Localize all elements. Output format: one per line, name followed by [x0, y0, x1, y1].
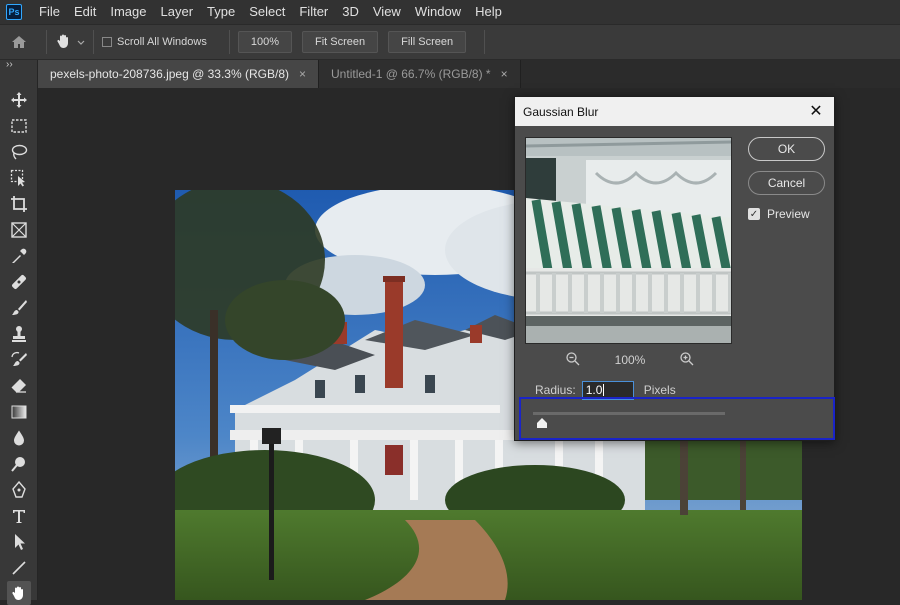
fit-screen-button[interactable]: Fit Screen	[302, 31, 379, 53]
gaussian-blur-dialog: Gaussian Blur ✕ OK Cancel ✓ Preview 100%…	[514, 96, 835, 441]
ok-button[interactable]: OK	[748, 137, 825, 161]
scroll-all-windows-checkbox[interactable]: Scroll All Windows	[102, 36, 207, 48]
type-tool-icon[interactable]	[7, 504, 31, 528]
lasso-tool-icon[interactable]	[7, 140, 31, 164]
radius-unit-label: Pixels	[643, 383, 676, 397]
radius-label: Radius:	[535, 383, 576, 397]
radius-value: 1.0	[585, 383, 603, 397]
cancel-button[interactable]: Cancel	[748, 171, 825, 195]
dialog-title-bar[interactable]: Gaussian Blur	[515, 97, 834, 126]
brush-tool-icon[interactable]	[7, 296, 31, 320]
radius-slider-track[interactable]	[533, 412, 725, 415]
preview-checkbox[interactable]: ✓ Preview	[748, 207, 810, 221]
close-icon[interactable]: ✕	[806, 101, 826, 121]
document-tab[interactable]: Untitled-1 @ 66.7% (RGB/8) * ×	[319, 60, 521, 88]
line-tool-icon[interactable]	[7, 556, 31, 580]
blur-tool-icon[interactable]	[7, 426, 31, 450]
scroll-all-windows-label: Scroll All Windows	[117, 36, 207, 48]
close-icon[interactable]: ×	[299, 67, 306, 81]
close-icon[interactable]: ×	[501, 67, 508, 81]
menu-bar: Ps File Edit Image Layer Type Select Fil…	[0, 0, 900, 24]
menu-layer[interactable]: Layer	[154, 0, 201, 24]
menu-help[interactable]: Help	[468, 0, 509, 24]
document-tab-label: pexels-photo-208736.jpeg @ 33.3% (RGB/8)	[50, 67, 289, 81]
menu-window[interactable]: Window	[408, 0, 468, 24]
options-bar: Scroll All Windows 100% Fit Screen Fill …	[0, 24, 900, 60]
hand-tool-preset[interactable]	[55, 32, 85, 53]
crop-tool-icon[interactable]	[7, 192, 31, 216]
zoom-in-icon[interactable]	[679, 351, 695, 370]
menu-file[interactable]: File	[32, 0, 67, 24]
menu-edit[interactable]: Edit	[67, 0, 103, 24]
path-select-tool-icon[interactable]	[7, 530, 31, 554]
radius-slider-thumb[interactable]	[536, 417, 548, 429]
dodge-tool-icon[interactable]	[7, 452, 31, 476]
document-tab-bar: pexels-photo-208736.jpeg @ 33.3% (RGB/8)…	[38, 60, 900, 88]
preview-label: Preview	[767, 207, 810, 221]
marquee-tool-icon[interactable]	[7, 114, 31, 138]
eyedropper-tool-icon[interactable]	[7, 244, 31, 268]
hand-icon	[55, 32, 73, 53]
zoom-100-button[interactable]: 100%	[237, 31, 292, 53]
preview-zoom-controls: 100%	[565, 350, 695, 370]
checkmark-icon: ✓	[748, 208, 760, 220]
document-tab[interactable]: pexels-photo-208736.jpeg @ 33.3% (RGB/8)…	[38, 60, 320, 88]
menu-filter[interactable]: Filter	[292, 0, 335, 24]
document-tab-label: Untitled-1 @ 66.7% (RGB/8) *	[331, 67, 491, 81]
clone-stamp-tool-icon[interactable]	[7, 322, 31, 346]
collapse-toolbar-icon[interactable]: ››	[6, 59, 13, 70]
eraser-tool-icon[interactable]	[7, 374, 31, 398]
menu-type[interactable]: Type	[200, 0, 242, 24]
preview-zoom-percent: 100%	[614, 353, 646, 367]
checkbox-icon	[102, 37, 112, 47]
photoshop-logo: Ps	[6, 4, 22, 20]
menu-3d[interactable]: 3D	[335, 0, 366, 24]
pen-tool-icon[interactable]	[7, 478, 31, 502]
menu-select[interactable]: Select	[242, 0, 292, 24]
hand-tool-icon[interactable]	[7, 581, 31, 605]
dialog-title: Gaussian Blur	[523, 104, 599, 119]
home-icon[interactable]	[0, 25, 38, 59]
menu-image[interactable]: Image	[103, 0, 153, 24]
zoom-out-icon[interactable]	[565, 351, 581, 370]
fill-screen-button[interactable]: Fill Screen	[388, 31, 467, 53]
tools-panel: ››	[0, 59, 38, 605]
chevron-down-icon	[77, 35, 85, 49]
blur-preview[interactable]	[525, 137, 732, 344]
gradient-tool-icon[interactable]	[7, 400, 31, 424]
slider-highlight-box	[519, 397, 835, 440]
history-brush-tool-icon[interactable]	[7, 348, 31, 372]
move-tool-icon[interactable]	[7, 88, 31, 112]
frame-tool-icon[interactable]	[7, 218, 31, 242]
menu-view[interactable]: View	[366, 0, 408, 24]
object-select-tool-icon[interactable]	[7, 166, 31, 190]
healing-brush-tool-icon[interactable]	[7, 270, 31, 294]
